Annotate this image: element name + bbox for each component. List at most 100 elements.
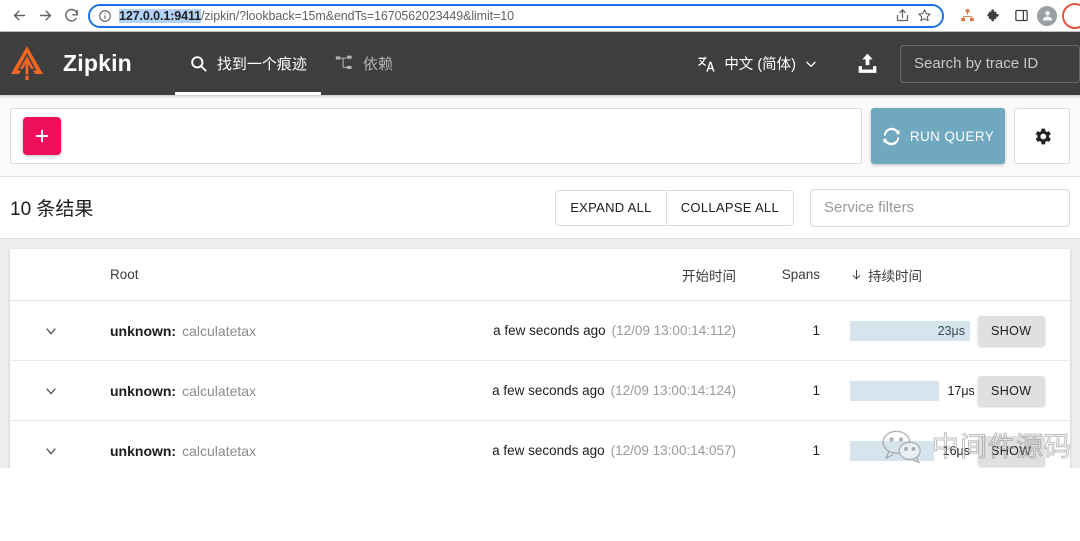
row-start-time: a few seconds ago (12/09 13:00:14:057) — [442, 443, 742, 458]
side-panel-icon[interactable] — [1010, 5, 1032, 27]
row-absolute-time: (12/09 13:00:14:124) — [610, 383, 736, 398]
query-bar: RUN QUERY — [0, 95, 1080, 177]
row-relative-time: a few seconds ago — [492, 383, 605, 398]
row-operation: calculatetax — [182, 322, 257, 339]
search-icon — [191, 56, 207, 72]
table-row[interactable]: unknown: calculatetax a few seconds ago (12… — [10, 361, 1070, 421]
row-root: unknown: calculatetax — [88, 323, 442, 339]
tab-dependencies[interactable]: 依赖 — [321, 32, 407, 95]
profile-ring-indicator[interactable] — [1062, 2, 1080, 29]
back-arrow-icon — [13, 10, 25, 21]
app-header: Zipkin 找到一个痕迹 依赖 中文 (简体) Search by trace… — [0, 32, 1080, 95]
expand-all-button[interactable]: EXPAND ALL — [556, 190, 667, 225]
header-start-time[interactable]: 开始时间 — [442, 265, 742, 285]
tab-find-a-trace[interactable]: 找到一个痕迹 — [174, 32, 321, 95]
row-absolute-time: (12/09 13:00:14:057) — [610, 443, 736, 458]
row-duration-cell: 17μs — [834, 380, 975, 401]
results-table-area: Root 开始时间 Spans 持续时间 unknown: calculateta… — [0, 239, 1080, 468]
chevron-down-icon — [46, 327, 56, 334]
url-text: 127.0.0.1:9411/zipkin/?lookback=15m&endT… — [119, 8, 886, 23]
add-criterion-button[interactable] — [23, 117, 61, 155]
chevron-down-icon — [46, 447, 56, 454]
reload-icon — [64, 8, 78, 22]
duration-bar: 17μs — [850, 380, 975, 401]
chevron-down-icon — [46, 387, 56, 394]
header-root[interactable]: Root — [88, 267, 442, 282]
tab-dependencies-label: 依赖 — [362, 56, 393, 73]
row-duration-cell: 16μs — [834, 440, 970, 461]
collapse-all-button[interactable]: COLLAPSE ALL — [666, 190, 793, 225]
duration-bar: 23μs — [850, 320, 970, 341]
trace-id-search-placeholder: Search by trace ID — [914, 55, 1039, 72]
table-row[interactable]: unknown: calculatetax a few seconds ago (12… — [10, 301, 1070, 361]
share-icon[interactable] — [892, 6, 912, 26]
upload-json-button[interactable] — [846, 43, 888, 85]
run-query-button[interactable]: RUN QUERY — [871, 108, 1005, 164]
app-nav: 找到一个痕迹 依赖 — [174, 32, 407, 95]
reload-button[interactable] — [58, 3, 84, 29]
show-trace-button[interactable]: SHOW — [978, 435, 1045, 466]
address-bar[interactable]: 127.0.0.1:9411/zipkin/?lookback=15m&endT… — [88, 3, 944, 28]
plus-icon — [35, 129, 49, 143]
row-show-cell: SHOW — [970, 315, 1066, 346]
omnibox-actions — [892, 6, 934, 26]
browser-action-icons — [950, 2, 1080, 29]
forward-arrow-icon — [39, 10, 51, 21]
upload-icon — [858, 53, 876, 73]
row-service: unknown: — [110, 442, 177, 459]
row-operation: calculatetax — [182, 382, 257, 399]
duration-label: 17μs — [947, 383, 975, 398]
app-title: Zipkin — [63, 50, 132, 76]
duration-label: 16μs — [942, 443, 970, 458]
forward-button[interactable] — [32, 3, 58, 29]
language-selector[interactable]: 中文 (简体) — [688, 47, 826, 80]
service-filters-placeholder: Service filters — [824, 199, 915, 216]
puzzle-icon[interactable] — [983, 5, 1005, 27]
table-body: unknown: calculatetax a few seconds ago (12… — [10, 301, 1070, 468]
url-path: /zipkin/?lookback=15m&endTs=167056202344… — [201, 8, 514, 23]
trace-id-search-input[interactable]: Search by trace ID — [900, 44, 1080, 83]
language-label: 中文 (简体) — [724, 57, 796, 73]
header-duration[interactable]: 持续时间 — [834, 265, 970, 285]
service-filters-input[interactable]: Service filters — [810, 188, 1070, 227]
translate-icon — [698, 56, 715, 72]
results-count: 10 条结果 — [10, 199, 94, 220]
row-relative-time: a few seconds ago — [493, 323, 606, 338]
duration-bar: 16μs — [850, 440, 970, 461]
row-expand-toggle[interactable] — [14, 443, 88, 459]
row-spans: 1 — [812, 443, 820, 458]
row-spans: 1 — [812, 323, 820, 338]
row-spans: 1 — [812, 383, 820, 398]
duration-label: 23μs — [937, 323, 965, 338]
row-root: unknown: calculatetax — [88, 383, 442, 399]
table-header-row: Root 开始时间 Spans 持续时间 — [10, 249, 1070, 301]
search-criteria-box[interactable] — [10, 108, 862, 164]
chevron-down-icon — [806, 61, 816, 67]
show-trace-button[interactable]: SHOW — [978, 375, 1045, 406]
row-relative-time: a few seconds ago — [492, 443, 605, 458]
header-spans[interactable]: Spans — [742, 267, 834, 282]
sitemap-icon[interactable] — [956, 5, 978, 27]
results-toolbar: 10 条结果 EXPAND ALL COLLAPSE ALL Service f… — [0, 177, 1080, 239]
table-row[interactable]: unknown: calculatetax a few seconds ago (12… — [10, 421, 1070, 468]
row-expand-toggle[interactable] — [14, 323, 88, 339]
tab-find-a-trace-label: 找到一个痕迹 — [216, 56, 307, 73]
row-show-cell: SHOW — [970, 435, 1066, 466]
results-table: Root 开始时间 Spans 持续时间 unknown: calculateta… — [10, 249, 1070, 468]
info-circle-icon[interactable] — [98, 9, 112, 23]
show-trace-button[interactable]: SHOW — [978, 315, 1045, 346]
refresh-icon — [883, 127, 900, 145]
dependency-tree-icon — [335, 55, 352, 70]
row-start-time: a few seconds ago (12/09 13:00:14:124) — [442, 383, 742, 398]
row-service: unknown: — [110, 382, 177, 399]
row-service: unknown: — [110, 322, 177, 339]
row-expand-toggle[interactable] — [14, 383, 88, 399]
back-button[interactable] — [6, 3, 32, 29]
query-settings-button[interactable] — [1014, 108, 1070, 164]
star-icon[interactable] — [914, 6, 934, 26]
browser-toolbar: 127.0.0.1:9411/zipkin/?lookback=15m&endT… — [0, 0, 1080, 32]
zipkin-logo-icon[interactable] — [6, 42, 48, 86]
header-duration-label: 持续时间 — [868, 268, 922, 284]
header-right-actions: 中文 (简体) Search by trace ID — [688, 43, 1080, 85]
account-avatar-icon[interactable] — [1037, 5, 1057, 26]
